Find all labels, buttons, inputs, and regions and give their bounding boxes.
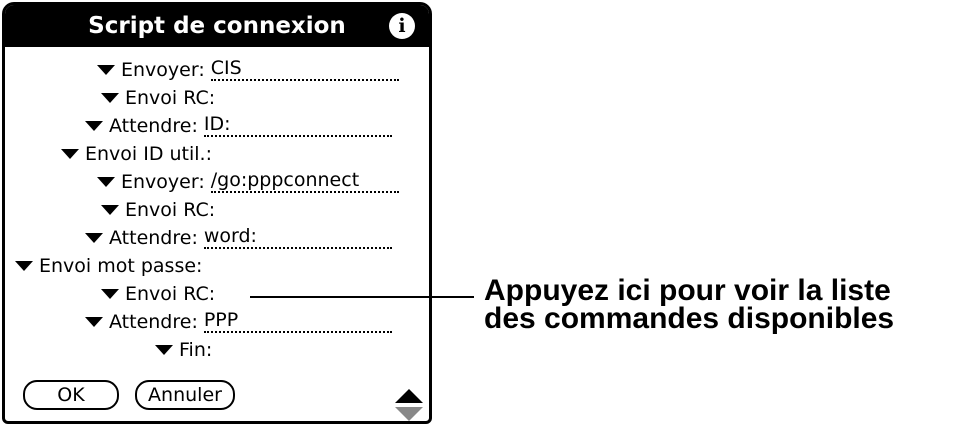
dialog-title: Script de connexion (88, 13, 346, 39)
triangle-down-icon[interactable] (85, 233, 103, 243)
triangle-down-icon[interactable] (85, 317, 103, 327)
param-field[interactable]: ID: (203, 113, 392, 137)
triangle-down-icon[interactable] (101, 205, 119, 215)
command-label: Envoyer: (121, 59, 205, 81)
script-row[interactable]: Envoi ID util.: (61, 139, 212, 165)
callout-pointer-line (250, 296, 474, 298)
callout-line-2: des commandes disponibles (484, 302, 895, 335)
scroll-arrows-icon[interactable] (393, 387, 425, 423)
triangle-down-icon[interactable] (101, 93, 119, 103)
script-row[interactable]: Envoyer: CIS (97, 55, 399, 81)
connection-script-dialog: Script de connexion i Envoyer: CIS Envoi… (2, 2, 432, 424)
command-label: Envoi ID util.: (85, 143, 212, 165)
command-label: Envoyer: (121, 171, 205, 193)
info-icon[interactable]: i (389, 13, 415, 39)
cancel-button[interactable]: Annuler (135, 380, 235, 410)
command-label: Envoi RC: (125, 283, 216, 305)
param-field[interactable]: word: (203, 225, 392, 249)
command-label: Envoi RC: (125, 199, 216, 221)
callout-line-1: Appuyez ici pour voir la liste (484, 274, 891, 307)
command-label: Attendre: (109, 115, 198, 137)
param-field[interactable]: /go:pppconnect (210, 169, 399, 193)
script-row[interactable]: Envoi RC: (101, 83, 215, 109)
command-label: Attendre: (109, 311, 198, 333)
command-label: Envoi RC: (125, 87, 216, 109)
ok-button[interactable]: OK (23, 380, 119, 410)
dialog-titlebar: Script de connexion i (5, 5, 429, 47)
command-label: Attendre: (109, 227, 198, 249)
script-row[interactable]: Attendre: word: (85, 223, 392, 249)
triangle-down-icon[interactable] (85, 121, 103, 131)
script-row[interactable]: Attendre: PPP (85, 307, 392, 333)
script-row[interactable]: Envoi RC: (101, 279, 215, 305)
triangle-down-icon[interactable] (97, 65, 115, 75)
command-label: Envoi mot passe: (39, 255, 203, 277)
command-label: Fin: (179, 339, 213, 361)
param-field[interactable]: PPP (203, 309, 392, 333)
script-row[interactable]: Fin: (155, 335, 212, 361)
triangle-down-icon[interactable] (61, 149, 79, 159)
param-field[interactable]: CIS (210, 57, 399, 81)
triangle-down-icon[interactable] (15, 261, 33, 271)
triangle-down-icon[interactable] (155, 345, 173, 355)
script-row[interactable]: Attendre: ID: (85, 111, 392, 137)
triangle-down-icon[interactable] (101, 289, 119, 299)
callout-annotation: Appuyez ici pour voir la liste des comma… (484, 274, 954, 335)
triangle-down-icon[interactable] (97, 177, 115, 187)
script-row[interactable]: Envoi mot passe: (15, 251, 202, 277)
script-row[interactable]: Envoyer: /go:pppconnect (97, 167, 399, 193)
script-row[interactable]: Envoi RC: (101, 195, 215, 221)
